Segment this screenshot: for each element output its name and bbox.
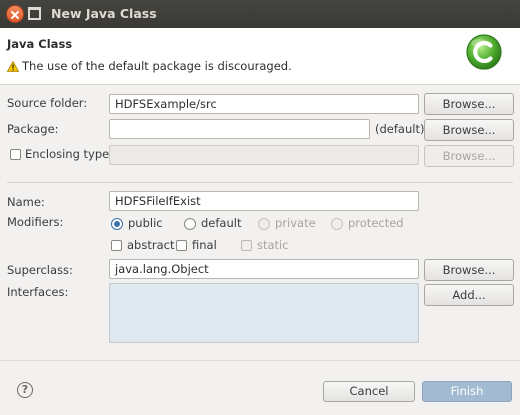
modifier-abstract-label: abstract (127, 238, 175, 252)
source-folder-label: Source folder: (7, 96, 88, 110)
finish-button[interactable]: Finish (422, 381, 512, 402)
cancel-button[interactable]: Cancel (323, 381, 415, 402)
package-default-hint: (default) (375, 122, 425, 136)
name-label: Name: (7, 195, 45, 209)
modifier-final-checkbox[interactable] (176, 240, 187, 251)
enclosing-type-field (109, 145, 419, 165)
source-folder-field[interactable]: HDFSExample/src (109, 94, 419, 114)
enclosing-type-browse-button: Browse... (424, 145, 514, 167)
help-icon[interactable]: ? (17, 382, 33, 398)
source-folder-browse-button[interactable]: Browse... (424, 93, 514, 115)
interfaces-list[interactable] (109, 283, 419, 343)
enclosing-type-checkbox[interactable] (10, 149, 21, 160)
warning-icon (7, 61, 19, 72)
package-label: Package: (7, 122, 59, 136)
wizard-header: Java Class The use of the default packag… (0, 28, 520, 85)
superclass-label: Superclass: (7, 263, 73, 277)
modifier-final-label: final (192, 238, 217, 252)
add-interface-button[interactable]: Add... (424, 284, 514, 306)
wizard-title: Java Class (7, 37, 73, 51)
modifier-public-radio[interactable] (111, 218, 123, 230)
form-separator (7, 182, 513, 183)
interfaces-label: Interfaces: (7, 285, 69, 299)
window-title: New Java Class (51, 6, 157, 21)
modifier-default-label: default (201, 216, 242, 230)
modifier-abstract-checkbox[interactable] (111, 240, 122, 251)
modifier-public-label: public (128, 216, 163, 230)
close-window-icon[interactable] (6, 5, 24, 23)
modifier-private-label: private (275, 216, 316, 230)
maximize-window-icon[interactable] (28, 7, 41, 20)
modifier-protected-label: protected (348, 216, 404, 230)
modifier-private-radio (258, 218, 270, 230)
modifier-static-label: static (257, 238, 289, 252)
modifier-protected-radio (331, 218, 343, 230)
modifier-default-radio[interactable] (184, 218, 196, 230)
package-browse-button[interactable]: Browse... (424, 119, 514, 141)
wizard-message: The use of the default package is discou… (22, 59, 292, 73)
enclosing-type-label: Enclosing type: (25, 147, 114, 161)
package-field[interactable] (109, 119, 370, 139)
modifiers-label: Modifiers: (7, 215, 64, 229)
footer-separator (0, 360, 520, 361)
title-bar: New Java Class (0, 0, 520, 28)
name-field[interactable]: HDFSFileIfExist (109, 191, 419, 211)
java-class-logo-icon (466, 34, 502, 70)
superclass-browse-button[interactable]: Browse... (424, 259, 514, 281)
modifier-static-checkbox (241, 240, 252, 251)
superclass-field[interactable]: java.lang.Object (109, 259, 419, 279)
